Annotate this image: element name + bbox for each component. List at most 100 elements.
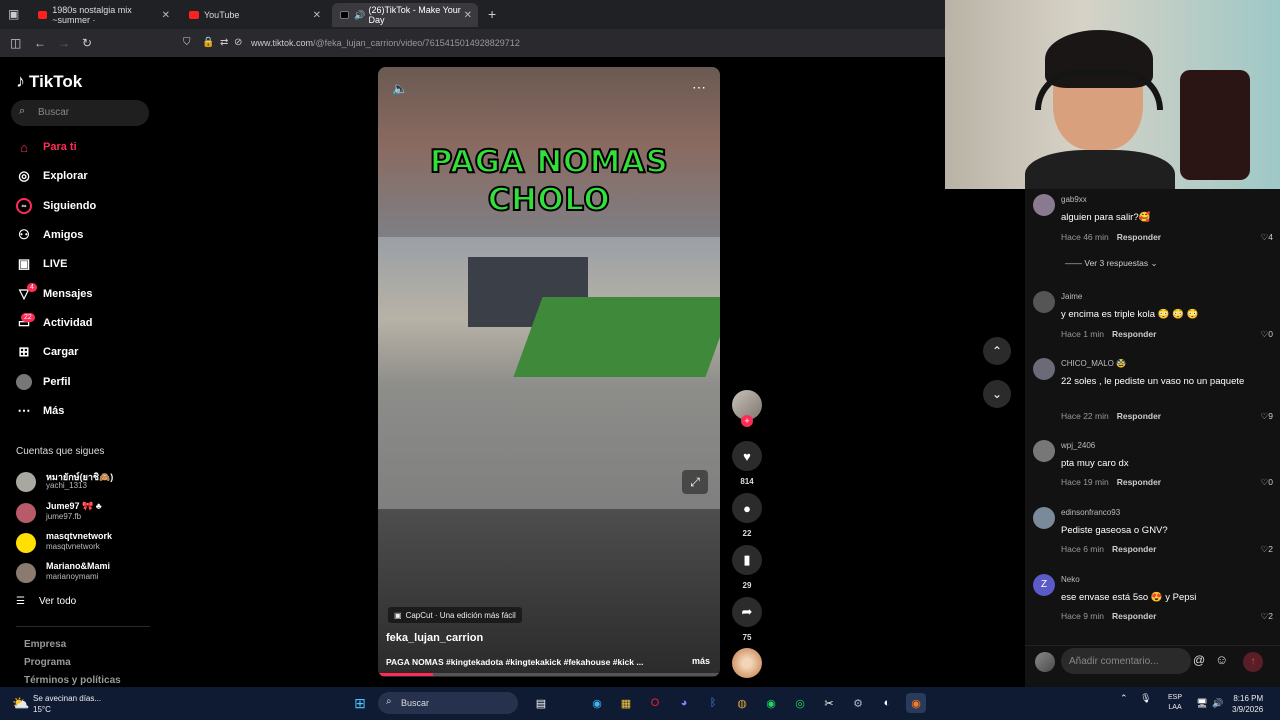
view-replies-button[interactable]: —— Ver 3 respuestas ⌄	[1065, 258, 1158, 269]
nav-siguiendo[interactable]: ∞ Siguiendo	[16, 196, 96, 216]
permissions-icon[interactable]: ⇄	[220, 37, 228, 48]
avatar[interactable]: Z	[1033, 574, 1055, 596]
volume-icon[interactable]: 🔈	[392, 81, 408, 97]
reply-button[interactable]: Responder	[1117, 232, 1161, 242]
reply-button[interactable]: Responder	[1112, 329, 1156, 339]
footer-link-empresa[interactable]: Empresa	[24, 639, 66, 650]
nav-live[interactable]: ▣ LIVE	[16, 254, 68, 274]
video-progress-bar[interactable]	[378, 673, 720, 676]
capcut-app-icon[interactable]: ✂	[819, 693, 839, 713]
nav-mas[interactable]: ⋯ Más	[16, 401, 65, 421]
tab-tiktok[interactable]: 🔊 (26)TikTok - Make Your Day ✕	[332, 3, 478, 27]
shield-icon[interactable]: ⛉	[183, 37, 191, 48]
follow-plus-icon[interactable]: +	[741, 415, 753, 427]
store-icon[interactable]: ▦	[616, 693, 636, 713]
steam-icon[interactable]: ⚙	[848, 693, 868, 713]
mention-icon[interactable]: @	[1193, 653, 1205, 667]
comment-user[interactable]: gab9xx	[1061, 195, 1087, 204]
microphone-icon[interactable]: 🎙	[1140, 693, 1151, 703]
nav-explorar[interactable]: ◎ Explorar	[16, 166, 87, 186]
nav-cargar[interactable]: ⊞ Cargar	[16, 342, 79, 362]
music-disc[interactable]	[732, 648, 762, 678]
task-view-icon[interactable]: ▤	[531, 693, 551, 713]
sidebar-toggle-icon[interactable]: ◫	[10, 36, 21, 50]
reply-button[interactable]: Responder	[1112, 611, 1156, 621]
nav-para-ti[interactable]: ⌂ Para ti	[16, 137, 77, 157]
video-player[interactable]: PAGA NOMAS CHOLO 🔈 ⋯ ⤢ ▣ CapCut · Una edi…	[378, 67, 720, 677]
footer-link-terminos[interactable]: Términos y políticas	[24, 675, 121, 686]
speaker-icon[interactable]: 🔊	[354, 10, 365, 21]
nav-amigos[interactable]: ⚇ Amigos	[16, 225, 83, 245]
previous-video-button[interactable]: ⌃	[983, 337, 1011, 365]
weather-widget[interactable]: Se avecinan días... 15°C	[33, 693, 101, 715]
comment-like[interactable]: ♡0	[1261, 477, 1273, 488]
nav-perfil[interactable]: Perfil	[16, 372, 71, 392]
weather-icon[interactable]: ⛅	[12, 695, 29, 712]
bluetooth-icon[interactable]: ᛒ	[703, 693, 723, 713]
tray-chevron-up-icon[interactable]: ⌃	[1120, 693, 1128, 703]
followed-account[interactable]: Mariano&Mami marianoymami	[16, 561, 156, 587]
avatar[interactable]	[1033, 291, 1055, 313]
share-button[interactable]: ➦ 75	[732, 597, 762, 642]
language-indicator[interactable]: ESP LAA	[1168, 693, 1182, 713]
followed-account[interactable]: masqtvnetwork masqtvnetwork	[16, 531, 156, 557]
edge-icon[interactable]: ◉	[587, 693, 607, 713]
app-icon[interactable]: ◍	[732, 693, 752, 713]
followed-account[interactable]: Jume97 🎀 ♣ jume97.fb	[16, 501, 156, 527]
avatar[interactable]	[1033, 507, 1055, 529]
start-icon[interactable]: ⊞	[350, 693, 370, 713]
capcut-tag[interactable]: ▣ CapCut · Una edición más fácil	[388, 607, 522, 623]
close-tab-icon[interactable]: ✕	[162, 10, 170, 21]
emoji-icon[interactable]: ☺	[1215, 652, 1228, 667]
lock-icon[interactable]: 🔒	[202, 37, 214, 48]
avatar[interactable]	[1033, 358, 1055, 380]
reload-icon[interactable]: ↻	[82, 36, 92, 50]
save-button[interactable]: ▮ 29	[732, 545, 762, 590]
reply-button[interactable]: Responder	[1117, 477, 1161, 487]
url-field[interactable]: www.tiktok.com/@feka_lujan_carrion/video…	[251, 38, 520, 48]
video-author[interactable]: feka_lujan_carrion	[386, 632, 483, 644]
obs-icon[interactable]: ◐	[877, 693, 897, 713]
comment-like[interactable]: ♡4	[1261, 232, 1273, 243]
avatar[interactable]	[1033, 440, 1055, 462]
firefox-icon[interactable]: ◉	[906, 693, 926, 713]
forward-icon[interactable]: →	[58, 36, 70, 50]
system-tray[interactable]: ⌃ 🎙	[1120, 693, 1152, 704]
post-comment-button[interactable]: ↑	[1243, 652, 1263, 672]
taskbar-search[interactable]: ⌕ Buscar	[378, 692, 518, 714]
tab-youtube-mix[interactable]: 1980s nostalgia mix ~summer · ✕	[30, 3, 176, 27]
reply-button[interactable]: Responder	[1112, 544, 1156, 554]
fullscreen-icon[interactable]: ⤢	[682, 470, 708, 494]
see-more-link[interactable]: más	[692, 656, 710, 666]
close-tab-icon[interactable]: ✕	[313, 10, 321, 21]
tiktok-logo[interactable]: ♪ TikTok	[16, 71, 82, 92]
like-button[interactable]: ♥ 814	[732, 441, 762, 486]
footer-link-programa[interactable]: Programa	[24, 657, 71, 668]
comment-button[interactable]: ● 22	[732, 493, 762, 538]
see-all-link[interactable]: ☰ Ver todo	[16, 596, 76, 607]
clock[interactable]: 8:16 PM 3/9/2026	[1232, 693, 1263, 715]
close-tab-icon[interactable]: ✕	[464, 10, 472, 21]
tab-youtube[interactable]: YouTube ✕	[181, 3, 327, 27]
comment-like[interactable]: ♡2	[1261, 544, 1273, 555]
whatsapp-icon[interactable]: ◎	[790, 693, 810, 713]
opera-icon[interactable]: O	[645, 693, 665, 713]
workspaces-icon[interactable]: ▣	[8, 7, 19, 21]
next-video-button[interactable]: ⌄	[983, 380, 1011, 408]
comment-user[interactable]: Neko	[1061, 575, 1080, 584]
comment-input[interactable]	[1061, 648, 1191, 674]
spotify-icon[interactable]: ◉	[761, 693, 781, 713]
comment-user[interactable]: CHICO_MALO 🥸	[1061, 359, 1126, 368]
volume-icon[interactable]: 🔊	[1208, 693, 1228, 713]
comment-user[interactable]: Jaime	[1061, 292, 1082, 301]
followed-account[interactable]: หมายักษ์(ยาชิ🙈) yachi_1313	[16, 470, 156, 496]
search-input[interactable]: ⌕ Buscar	[11, 100, 149, 126]
comment-user[interactable]: edinsonfranco93	[1061, 508, 1120, 517]
tracking-off-icon[interactable]: ⊘	[234, 37, 242, 48]
new-tab-button[interactable]: +	[488, 6, 496, 22]
more-options-icon[interactable]: ⋯	[692, 79, 706, 96]
comment-like[interactable]: ♡2	[1261, 611, 1273, 622]
reply-button[interactable]: Responder	[1117, 411, 1161, 421]
avatar[interactable]	[1033, 194, 1055, 216]
comment-like[interactable]: ♡9	[1261, 411, 1273, 422]
